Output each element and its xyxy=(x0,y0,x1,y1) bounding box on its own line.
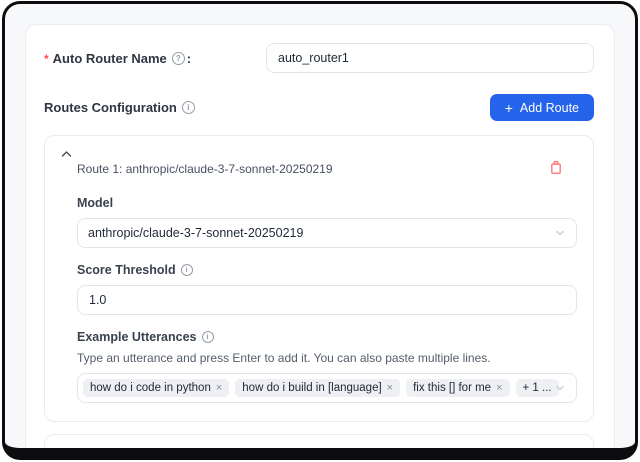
info-circle-icon[interactable]: i xyxy=(181,264,193,276)
utterance-tag: how do i code in python × xyxy=(83,379,229,397)
window-frame: * Auto Router Name ? : Routes Configurat… xyxy=(2,1,638,460)
collapse-arrow-icon[interactable] xyxy=(61,449,72,457)
example-utterances-label: Example Utterances i xyxy=(77,330,577,344)
delete-route-1-button[interactable] xyxy=(547,158,565,177)
delete-route-2-button[interactable] xyxy=(547,457,565,460)
question-circle-icon[interactable]: ? xyxy=(172,52,185,65)
collapse-arrow-icon[interactable] xyxy=(61,150,72,158)
model-select-value: anthropic/claude-3-7-sonnet-20250219 xyxy=(88,226,303,240)
routes-configuration-label-text: Routes Configuration xyxy=(44,100,177,115)
model-label-text: Model xyxy=(77,196,113,210)
auto-router-form-card: * Auto Router Name ? : Routes Configurat… xyxy=(25,24,615,460)
required-asterisk: * xyxy=(44,52,49,66)
chevron-down-icon xyxy=(554,382,566,394)
utterance-tag: how do i build in [language] × xyxy=(235,379,400,397)
chevron-down-icon xyxy=(554,227,566,239)
score-threshold-label-text: Score Threshold xyxy=(77,263,176,277)
route-1-collapse-header[interactable]: Route 1: anthropic/claude-3-7-sonnet-202… xyxy=(61,150,577,176)
utterances-helper-text: Type an utterance and press Enter to add… xyxy=(77,351,577,365)
score-threshold-label: Score Threshold i xyxy=(77,263,577,277)
remove-tag-icon[interactable]: × xyxy=(216,383,222,394)
route-1-title: Route 1: anthropic/claude-3-7-sonnet-202… xyxy=(77,162,577,176)
auto-router-name-label-text: Auto Router Name xyxy=(53,51,167,66)
utterance-tag: fix this [] for me × xyxy=(406,379,509,397)
routes-configuration-header: Routes Configuration i + Add Route xyxy=(44,94,594,121)
add-route-button[interactable]: + Add Route xyxy=(490,94,594,121)
route-2-collapse-header[interactable]: Route 2: azure_ai/gpt-4o xyxy=(61,449,577,460)
utterances-tag-select[interactable]: how do i code in python × how do i build… xyxy=(77,373,577,403)
score-threshold-input[interactable] xyxy=(77,285,577,315)
route-2-panel: Route 2: azure_ai/gpt-4o xyxy=(44,434,594,460)
add-route-button-label: Add Route xyxy=(520,101,579,115)
label-colon: : xyxy=(187,51,191,66)
utterance-tag-text: how do i build in [language] xyxy=(242,382,381,394)
utterance-tag-text: fix this [] for me xyxy=(413,382,491,394)
example-utterances-label-text: Example Utterances xyxy=(77,330,197,344)
model-label: Model xyxy=(77,196,577,210)
model-select[interactable]: anthropic/claude-3-7-sonnet-20250219 xyxy=(77,218,577,248)
info-circle-icon[interactable]: i xyxy=(202,331,214,343)
info-circle-icon[interactable]: i xyxy=(182,101,195,114)
auto-router-name-label: * Auto Router Name ? : xyxy=(44,51,266,66)
utterance-tag-text: how do i code in python xyxy=(90,382,211,394)
overflow-tag[interactable]: + 1 ... xyxy=(516,379,559,397)
auto-router-name-row: * Auto Router Name ? : xyxy=(44,43,594,73)
route-1-body: Model anthropic/claude-3-7-sonnet-202502… xyxy=(77,196,577,403)
plus-icon: + xyxy=(505,101,513,115)
remove-tag-icon[interactable]: × xyxy=(387,383,393,394)
routes-configuration-label: Routes Configuration i xyxy=(44,100,195,115)
remove-tag-icon[interactable]: × xyxy=(496,383,502,394)
auto-router-name-input[interactable] xyxy=(266,43,594,73)
route-1-panel: Route 1: anthropic/claude-3-7-sonnet-202… xyxy=(44,135,594,422)
trash-icon xyxy=(549,160,563,175)
trash-icon xyxy=(549,459,563,460)
